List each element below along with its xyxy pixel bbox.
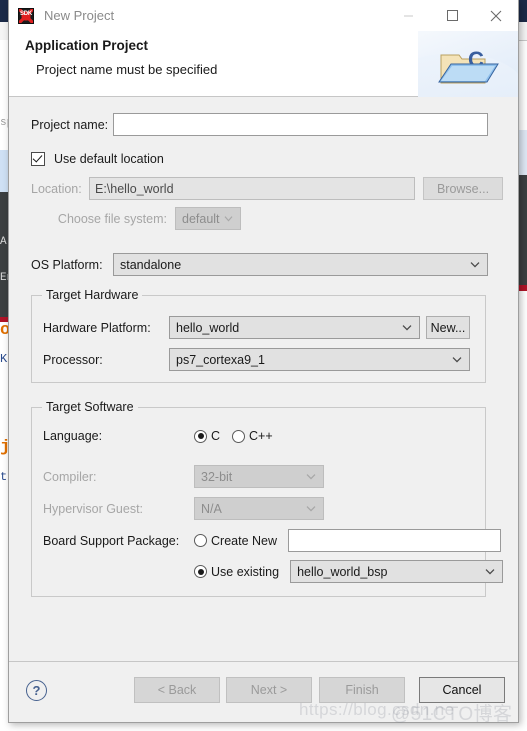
bsp-create-new-radio[interactable] [194,534,207,547]
ide-panel-right-c [518,291,527,731]
maximize-button[interactable] [430,0,474,31]
bsp-use-existing-combo[interactable]: hello_world_bsp [290,560,504,583]
hardware-platform-row: Hardware Platform: hello_world New... [43,316,470,339]
os-platform-combo[interactable]: standalone [113,253,488,276]
new-project-dialog: New Project [8,0,519,723]
bsp-use-existing-value: hello_world_bsp [297,564,388,579]
bsp-create-new-input[interactable] [288,529,501,552]
file-system-row: Choose file system: default [31,207,241,230]
ide-titlebar-right [518,0,527,22]
use-default-location-row[interactable]: Use default location [31,152,164,166]
folder-c-icon: C [438,47,499,84]
header-artwork: C [418,31,518,97]
back-button[interactable]: < Back [134,677,220,703]
sdk-icon [18,7,34,24]
file-system-combo[interactable]: default [175,207,241,230]
dialog-header: C Application Project Project name must … [9,31,518,97]
help-button[interactable]: ? [26,680,47,701]
project-name-input[interactable] [113,113,488,136]
bsp-create-new-label: Create New [211,533,277,548]
chevron-down-icon [306,468,316,482]
os-platform-row: OS Platform: standalone [31,253,488,276]
target-hardware-legend: Target Hardware [42,288,143,302]
dialog-footer: ? < Back Next > Finish Cancel [9,661,518,722]
maximize-icon [446,10,458,21]
language-label-cpp: C++ [249,429,273,443]
hardware-platform-value: hello_world [176,320,240,335]
os-platform-label: OS Platform: [31,257,103,272]
hypervisor-guest-label: Hypervisor Guest: [43,501,144,516]
chevron-down-icon [452,351,462,365]
compiler-row: Compiler: 32-bit [43,465,324,488]
language-label: Language: [43,429,103,443]
dialog-titlebar: New Project [9,0,518,31]
target-software-legend: Target Software [42,400,138,414]
minimize-icon [403,15,413,17]
chevron-down-icon [485,563,495,577]
project-name-label: Project name: [31,117,109,132]
compiler-combo[interactable]: 32-bit [194,465,324,488]
hardware-platform-combo[interactable]: hello_world [169,316,420,339]
window-title: New Project [44,8,115,23]
new-hardware-platform-button[interactable]: New... [426,316,470,339]
cancel-button[interactable]: Cancel [419,677,505,703]
language-radio-cpp[interactable] [232,429,246,443]
window-controls [386,0,518,31]
bsp-label: Board Support Package: [43,533,180,548]
chevron-down-icon [224,210,233,224]
chevron-down-icon [306,500,316,514]
os-platform-value: standalone [120,257,182,272]
file-system-label: Choose file system: [57,211,167,226]
language-option-c[interactable]: C [194,429,220,443]
processor-label: Processor: [43,352,103,367]
bsp-use-existing-option[interactable]: Use existing [194,565,279,579]
hypervisor-guest-value: N/A [201,501,222,516]
use-default-location-label: Use default location [54,152,164,166]
bsp-use-existing-radio[interactable] [194,565,207,578]
language-option-cpp[interactable]: C++ [232,429,273,443]
processor-value: ps7_cortexa9_1 [176,352,265,367]
use-default-location-checkbox[interactable] [31,152,45,166]
location-label: Location: [31,181,82,196]
hardware-platform-label: Hardware Platform: [43,320,151,335]
ide-panel-right-b [518,175,527,285]
location-input[interactable] [89,177,415,200]
browse-button[interactable]: Browse... [423,177,503,200]
minimize-button[interactable] [386,0,430,31]
hypervisor-guest-row: Hypervisor Guest: N/A [43,497,324,520]
language-row: Language: C C++ [43,429,273,443]
compiler-value: 32-bit [201,469,233,484]
compiler-label: Compiler: [43,469,97,484]
file-system-value: default [182,211,220,226]
language-radio-c[interactable] [194,429,207,443]
dialog-body: Project name: Use default location Locat… [9,97,518,691]
close-button[interactable] [474,0,518,31]
target-software-group: Target Software Language: C C++ Compiler… [31,400,504,597]
target-hardware-group: Target Hardware Hardware Platform: hello… [31,288,486,383]
processor-row: Processor: ps7_cortexa9_1 [43,348,470,371]
next-button[interactable]: Next > [226,677,312,703]
close-icon [490,10,502,21]
finish-button[interactable]: Finish [319,677,405,703]
hypervisor-guest-combo[interactable]: N/A [194,497,324,520]
language-label-c: C [211,429,221,443]
chevron-down-icon [470,256,480,270]
ide-panel-right-a [518,130,527,175]
bsp-create-new-option[interactable]: Create New [194,534,277,548]
bsp-use-existing-label: Use existing [211,564,280,579]
bsp-use-existing-row: Use existing hello_world_bsp [194,560,504,583]
bsp-create-new-row: Board Support Package: Create New [43,529,501,552]
project-name-row: Project name: [31,113,488,136]
location-row: Location: Browse... [31,177,503,200]
processor-combo[interactable]: ps7_cortexa9_1 [169,348,470,371]
chevron-down-icon [402,319,412,333]
